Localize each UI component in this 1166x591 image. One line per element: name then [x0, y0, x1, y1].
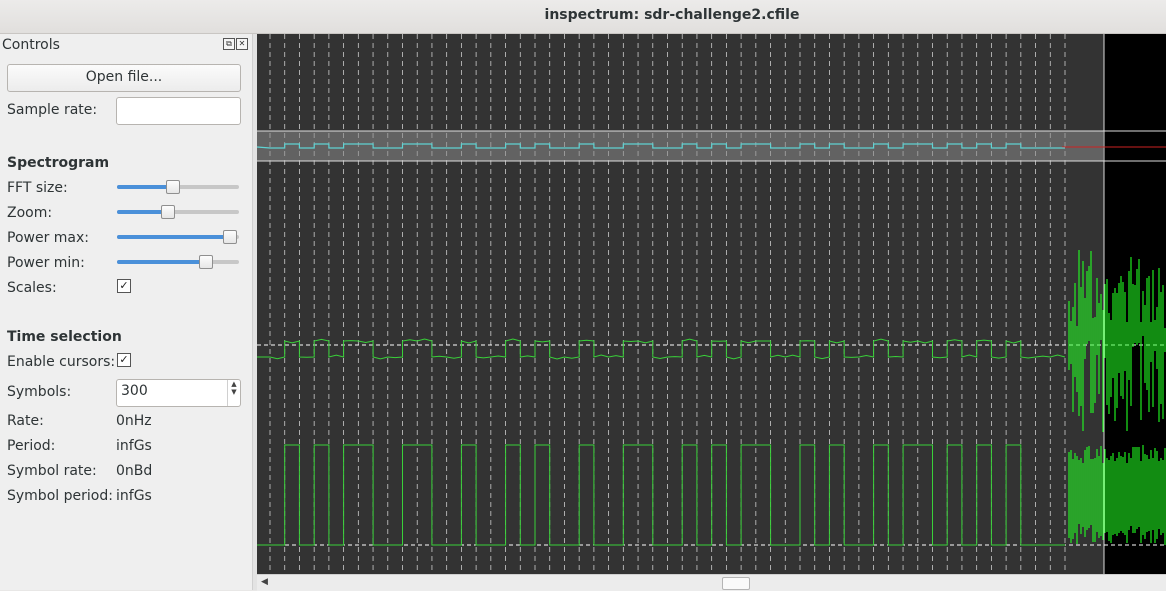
horizontal-scrollbar[interactable]: ◀ [257, 574, 1166, 591]
zoom-slider[interactable] [117, 205, 239, 219]
enable-cursors-checkbox[interactable]: ✓ [117, 353, 131, 367]
title-bar: inspectrum: sdr-challenge2.cfile [0, 0, 1166, 34]
sample-rate-label: Sample rate: [7, 102, 98, 118]
slider-handle[interactable] [223, 230, 238, 244]
controls-dock: Controls ⧉ ✕ Open file... Sample rate: S… [0, 34, 252, 590]
rate-label: Rate: [7, 413, 44, 429]
slider-fill [117, 185, 172, 189]
scales-label: Scales: [7, 280, 57, 296]
scrollbar-thumb[interactable] [722, 577, 750, 590]
dock-title: Controls [2, 37, 60, 53]
spin-arrows-icon[interactable]: ▲ ▼ [227, 380, 240, 406]
digital-trace [257, 444, 1065, 546]
symbol-rate-value: 0nBd [116, 463, 153, 479]
amplitude-trace [257, 338, 1066, 360]
period-label: Period: [7, 438, 56, 454]
scales-checkbox[interactable]: ✓ [117, 279, 131, 293]
slider-fill [117, 260, 205, 264]
slider-handle[interactable] [198, 255, 213, 269]
power-min-slider[interactable] [117, 255, 239, 269]
spectrogram-heading: Spectrogram [7, 155, 110, 171]
slider-fill [117, 235, 230, 239]
plot-canvas[interactable] [257, 34, 1166, 574]
sample-rate-input[interactable] [116, 97, 241, 125]
window-title: inspectrum: sdr-challenge2.cfile [544, 7, 800, 23]
left-arrow-icon[interactable]: ◀ [261, 577, 268, 587]
dock-buttons: ⧉ ✕ [223, 38, 248, 50]
period-value: infGs [116, 438, 152, 454]
symbols-spinbox[interactable]: 300 ▲ ▼ [116, 379, 241, 407]
symbol-period-value: infGs [116, 488, 152, 504]
power-min-label: Power min: [7, 255, 85, 271]
symbol-rate-label: Symbol rate: [7, 463, 97, 479]
zoom-label: Zoom: [7, 205, 53, 221]
float-icon[interactable]: ⧉ [223, 38, 235, 50]
time-selection-heading: Time selection [7, 329, 122, 345]
fft-size-label: FFT size: [7, 180, 68, 196]
rate-value: 0nHz [116, 413, 152, 429]
close-icon[interactable]: ✕ [236, 38, 248, 50]
power-max-label: Power max: [7, 230, 89, 246]
symbols-value: 300 [121, 383, 148, 399]
spectrogram-view[interactable] [257, 34, 1166, 574]
symbols-label: Symbols: [7, 384, 72, 400]
slider-fill [117, 210, 168, 214]
slider-handle[interactable] [161, 205, 176, 219]
enable-cursors-label: Enable cursors: [7, 354, 116, 370]
symbol-period-label: Symbol period: [7, 488, 113, 504]
slider-handle[interactable] [165, 180, 180, 194]
power-max-slider[interactable] [117, 230, 239, 244]
fft-size-slider[interactable] [117, 180, 239, 194]
open-file-button[interactable]: Open file... [7, 64, 241, 92]
noise-burst-digital [1068, 445, 1166, 545]
